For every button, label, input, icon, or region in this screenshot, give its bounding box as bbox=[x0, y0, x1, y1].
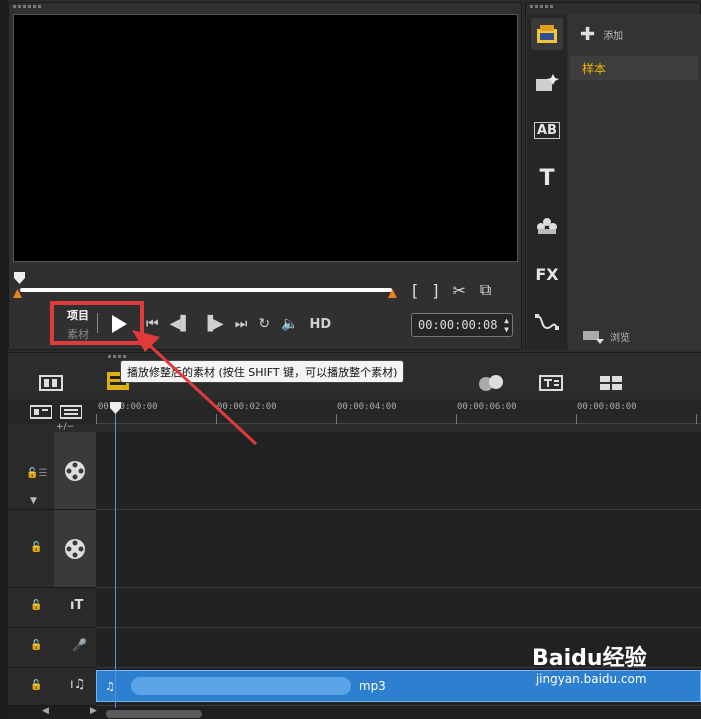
browse-icon bbox=[583, 330, 604, 344]
path-icon[interactable] bbox=[531, 306, 563, 338]
scrollbar-thumb[interactable] bbox=[106, 710, 202, 718]
lock-icon[interactable]: 🔓 bbox=[30, 600, 42, 611]
overlay-track-header[interactable]: 🔓 bbox=[8, 510, 96, 588]
timecode-value: 00:00:00:08 bbox=[418, 318, 498, 332]
preview-screen bbox=[13, 14, 518, 262]
playhead-line bbox=[115, 408, 116, 708]
library-category-bar: AB T FX bbox=[527, 14, 567, 350]
music-track-header[interactable]: 🔓 ı♫ bbox=[8, 668, 96, 706]
volume-icon[interactable]: 🔈 bbox=[281, 316, 298, 332]
mark-out-marker[interactable] bbox=[388, 289, 397, 298]
scissors-icon[interactable]: ✂ bbox=[453, 281, 466, 300]
next-frame-icon[interactable]: ▐▶ bbox=[202, 316, 224, 332]
redacted-filename bbox=[130, 677, 351, 695]
panel-grip[interactable] bbox=[9, 3, 521, 11]
lock-icon[interactable]: 🔓 bbox=[30, 640, 42, 651]
ruler-left-controls bbox=[8, 400, 96, 424]
timecode-field[interactable]: 00:00:00:08 ▲ ▼ bbox=[411, 313, 513, 337]
overlay-track-lane[interactable] bbox=[96, 510, 701, 588]
scrub-handle[interactable] bbox=[14, 272, 25, 284]
previous-frame-icon[interactable]: ◀▌ bbox=[170, 316, 192, 332]
title-track-header[interactable]: 🔓 ıT bbox=[8, 588, 96, 628]
chapter-icon[interactable] bbox=[60, 405, 82, 419]
browse-button[interactable]: 浏览 bbox=[582, 329, 630, 344]
scroll-left-icon[interactable]: ◀ bbox=[42, 706, 49, 716]
film-reel-icon bbox=[65, 460, 85, 481]
video-track-thumb bbox=[54, 432, 96, 509]
watermark-brand: Baidu经验 bbox=[532, 646, 647, 671]
lock-icon[interactable]: 🔓 bbox=[30, 542, 42, 553]
title-track-lane[interactable] bbox=[96, 588, 701, 628]
add-folder-button[interactable]: ✚ 添加 bbox=[580, 24, 623, 45]
trim-controls: [ ] ✂ ⧉ bbox=[412, 280, 491, 300]
library-folder-sample[interactable]: 样本 bbox=[570, 56, 698, 80]
instant-project-icon[interactable] bbox=[531, 66, 563, 98]
video-track-header[interactable]: 🔓☰ ▼ bbox=[8, 432, 96, 510]
mark-in-marker[interactable] bbox=[13, 289, 22, 298]
track-manager-icon[interactable] bbox=[30, 405, 52, 419]
zoom-control[interactable]: +/− bbox=[56, 422, 74, 432]
go-to-start-icon[interactable]: ⏮ bbox=[146, 316, 159, 332]
repeat-icon[interactable]: ↻ bbox=[258, 316, 270, 332]
multi-view-icon[interactable] bbox=[598, 372, 624, 394]
mix-icon[interactable] bbox=[476, 372, 506, 394]
play-icon bbox=[112, 315, 127, 333]
microphone-icon: 🎤 bbox=[72, 638, 87, 652]
video-track-lane[interactable] bbox=[96, 432, 701, 510]
spin-down-icon[interactable]: ▼ bbox=[504, 325, 509, 334]
voice-track-header[interactable]: 🔓 🎤 bbox=[8, 628, 96, 668]
mark-in-button[interactable]: [ bbox=[412, 281, 418, 300]
overlay-track-thumb bbox=[54, 510, 96, 587]
ruler-label: 00:00:02:00 bbox=[217, 402, 277, 412]
spin-up-icon[interactable]: ▲ bbox=[504, 316, 509, 325]
transition-icon[interactable]: AB bbox=[531, 114, 563, 146]
filter-icon[interactable]: FX bbox=[531, 258, 563, 290]
watermark: Baidu经验 jingyan.baidu.com bbox=[532, 640, 647, 686]
lock-icon[interactable]: 🔓 bbox=[30, 680, 42, 691]
graphic-icon[interactable] bbox=[531, 210, 563, 242]
hd-button[interactable]: HD bbox=[309, 317, 331, 332]
enlarge-preview-icon[interactable]: ⧉ bbox=[480, 280, 491, 300]
plus-icon: ✚ bbox=[580, 24, 596, 45]
title-track-icon[interactable] bbox=[538, 372, 564, 394]
add-label: 添加 bbox=[603, 31, 624, 42]
panel-grip[interactable] bbox=[526, 3, 700, 11]
mark-out-button[interactable]: ] bbox=[432, 281, 438, 300]
music-note-icon: ♫ bbox=[105, 679, 115, 693]
storyboard-view-icon[interactable] bbox=[38, 372, 64, 394]
play-button[interactable] bbox=[104, 310, 134, 338]
ruler-label: 00:00:00:00 bbox=[98, 402, 158, 412]
playhead-handle[interactable] bbox=[110, 402, 121, 414]
title-track-icon: ıT bbox=[70, 598, 84, 613]
go-to-end-icon[interactable]: ⏭ bbox=[235, 316, 248, 332]
title-icon[interactable]: T bbox=[531, 162, 563, 194]
timeline-ruler[interactable]: 00:00:00:00 00:00:02:00 00:00:04:00 00:0… bbox=[96, 400, 701, 424]
audio-clip-name: mp3 bbox=[358, 679, 386, 693]
film-reel-icon bbox=[65, 538, 85, 559]
timecode-spinner[interactable]: ▲ ▼ bbox=[504, 316, 509, 334]
media-icon[interactable] bbox=[531, 18, 563, 50]
scrub-bar[interactable] bbox=[20, 288, 392, 292]
watermark-url: jingyan.baidu.com bbox=[535, 672, 647, 686]
lock-icon[interactable]: 🔓☰ bbox=[26, 468, 47, 479]
music-note-icon: ı♫ bbox=[70, 677, 86, 692]
expand-arrow-icon[interactable]: ▼ bbox=[30, 496, 37, 506]
ruler-label: 00:00:04:00 bbox=[337, 402, 397, 412]
ruler-label: 00:00:08:00 bbox=[577, 402, 637, 412]
transport-controls: ⏮ ◀▌ ▐▶ ⏭ ↻ 🔈 HD bbox=[146, 316, 331, 332]
ruler-label: 00:00:06:00 bbox=[457, 402, 517, 412]
window-edge bbox=[0, 0, 8, 719]
browse-label: 浏览 bbox=[610, 333, 630, 344]
play-tooltip: 播放修整后的素材 (按住 SHIFT 键，可以播放整个素材) bbox=[120, 360, 405, 383]
scroll-right-icon[interactable]: ▶ bbox=[90, 706, 97, 716]
